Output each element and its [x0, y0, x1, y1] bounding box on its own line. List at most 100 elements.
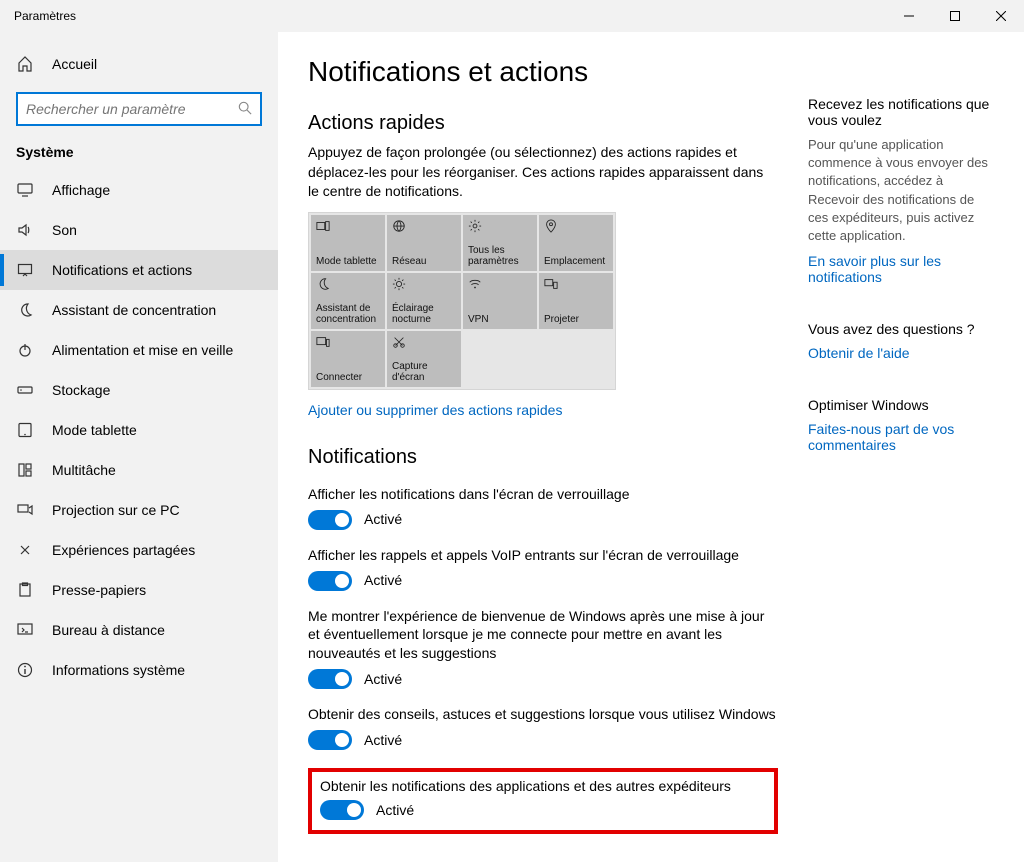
display-icon	[16, 182, 34, 198]
toggle-state-label: Activé	[364, 670, 402, 689]
quick-action-vpn[interactable]: VPN	[463, 273, 537, 329]
toggle-switch[interactable]	[308, 669, 352, 689]
sidebar-item-label: Alimentation et mise en veille	[52, 342, 233, 358]
quick-action-label: Mode tablette	[316, 256, 380, 267]
minimize-button[interactable]	[886, 0, 932, 32]
sidebar-item-label: Expériences partagées	[52, 542, 195, 558]
maximize-button[interactable]	[932, 0, 978, 32]
toggle-switch[interactable]	[320, 800, 364, 820]
setting-label: Me montrer l'expérience de bienvenue de …	[308, 607, 778, 664]
sidebar-item-storage[interactable]: Stockage	[0, 370, 278, 410]
sidebar-item-multitask[interactable]: Multitâche	[0, 450, 278, 490]
sidebar-item-label: Assistant de concentration	[52, 302, 216, 318]
quick-action-label: Capture d'écran	[392, 361, 456, 383]
home-button[interactable]: Accueil	[0, 44, 278, 84]
get-help-link[interactable]: Obtenir de l'aide	[808, 345, 910, 361]
sidebar-item-power[interactable]: Alimentation et mise en veille	[0, 330, 278, 370]
setting-label: Obtenir des conseils, astuces et suggest…	[308, 705, 778, 724]
notify-icon	[16, 262, 34, 278]
quick-action-night[interactable]: Éclairage nocturne	[387, 273, 461, 329]
right-help-title: Vous avez des questions ?	[808, 321, 994, 337]
quick-action-moon[interactable]: Assistant de concentration	[311, 273, 385, 329]
toggle-state-label: Activé	[376, 802, 414, 818]
toggle-switch[interactable]	[308, 730, 352, 750]
storage-icon	[16, 382, 34, 398]
sidebar-item-display[interactable]: Affichage	[0, 170, 278, 210]
network-icon	[392, 219, 456, 233]
sidebar-item-label: Informations système	[52, 662, 185, 678]
toggle-switch[interactable]	[308, 571, 352, 591]
sidebar-heading: Système	[0, 140, 278, 170]
right-notif-text: Pour qu'une application commence à vous …	[808, 136, 994, 245]
titlebar: Paramètres	[0, 0, 1024, 32]
sidebar-item-label: Notifications et actions	[52, 262, 192, 278]
quick-action-label: Assistant de concentration	[316, 303, 380, 325]
sidebar: Accueil Système Affichage Son Notification…	[0, 32, 278, 862]
edit-quick-actions-link[interactable]: Ajouter ou supprimer des actions rapides	[308, 402, 562, 418]
feedback-link[interactable]: Faites-nous part de vos commentaires	[808, 421, 954, 453]
sidebar-item-label: Son	[52, 222, 77, 238]
setting-label: Afficher les notifications dans l'écran …	[308, 485, 778, 504]
quick-action-label: Connecter	[316, 372, 380, 383]
sound-icon	[16, 222, 34, 238]
search-input[interactable]	[26, 101, 229, 117]
sidebar-item-info[interactable]: Informations système	[0, 650, 278, 690]
gear-icon	[468, 219, 532, 233]
sidebar-item-clipboard[interactable]: Presse-papiers	[0, 570, 278, 610]
quick-action-gear[interactable]: Tous les paramètres	[463, 215, 537, 271]
quick-action-network[interactable]: Réseau	[387, 215, 461, 271]
sidebar-item-share[interactable]: Expériences partagées	[0, 530, 278, 570]
quick-action-label: Réseau	[392, 256, 456, 267]
info-icon	[16, 662, 34, 678]
quick-action-label: Éclairage nocturne	[392, 303, 456, 325]
multitask-icon	[16, 462, 34, 478]
sidebar-item-label: Affichage	[52, 182, 110, 198]
vpn-icon	[468, 277, 532, 291]
sidebar-item-tablet[interactable]: Mode tablette	[0, 410, 278, 450]
quick-action-snip[interactable]: Capture d'écran	[387, 331, 461, 387]
quick-action-project[interactable]: Projeter	[539, 273, 613, 329]
quick-action-label: VPN	[468, 314, 532, 325]
sidebar-item-sound[interactable]: Son	[0, 210, 278, 250]
sidebar-item-projection[interactable]: Projection sur ce PC	[0, 490, 278, 530]
sidebar-item-notify[interactable]: Notifications et actions	[0, 250, 278, 290]
tablet-mode-icon	[316, 219, 380, 233]
quick-actions-grid: Mode tablette Réseau Tous les paramètres Em…	[308, 212, 616, 390]
project-icon	[544, 277, 608, 291]
highlighted-setting: Obtenir les notifications des applicatio…	[308, 768, 778, 834]
sidebar-item-moon[interactable]: Assistant de concentration	[0, 290, 278, 330]
sidebar-item-label: Presse-papiers	[52, 582, 146, 598]
share-icon	[16, 542, 34, 558]
quick-action-connect[interactable]: Connecter	[311, 331, 385, 387]
toggle-state-label: Activé	[364, 510, 402, 529]
quick-action-tablet-mode[interactable]: Mode tablette	[311, 215, 385, 271]
sidebar-item-label: Projection sur ce PC	[52, 502, 180, 518]
moon-icon	[16, 302, 34, 318]
right-notif-title: Recevez les notifications que vous voule…	[808, 96, 994, 128]
quick-action-label: Emplacement	[544, 256, 608, 267]
snip-icon	[392, 335, 456, 349]
setting-label: Obtenir les notifications des applicatio…	[320, 778, 766, 794]
setting-label: Afficher les rappels et appels VoIP entr…	[308, 546, 778, 565]
learn-more-link[interactable]: En savoir plus sur les notifications	[808, 253, 941, 285]
quick-action-label: Tous les paramètres	[468, 245, 532, 267]
connect-icon	[316, 335, 380, 349]
search-icon	[238, 101, 252, 118]
location-icon	[544, 219, 608, 233]
toggle-state-label: Activé	[364, 571, 402, 590]
notification-setting: Afficher les notifications dans l'écran …	[308, 485, 778, 530]
quick-action-location[interactable]: Emplacement	[539, 215, 613, 271]
quick-actions-description: Appuyez de façon prolongée (ou sélection…	[308, 143, 778, 202]
toggle-state-label: Activé	[364, 731, 402, 750]
search-box[interactable]	[16, 92, 262, 126]
sidebar-item-remote[interactable]: Bureau à distance	[0, 610, 278, 650]
sidebar-item-label: Bureau à distance	[52, 622, 165, 638]
toggle-switch[interactable]	[308, 510, 352, 530]
notifications-heading: Notifications	[308, 446, 778, 469]
remote-icon	[16, 622, 34, 638]
right-improve-title: Optimiser Windows	[808, 397, 994, 413]
sidebar-item-label: Stockage	[52, 382, 110, 398]
quick-actions-heading: Actions rapides	[308, 112, 778, 135]
close-button[interactable]	[978, 0, 1024, 32]
notification-setting: Afficher les rappels et appels VoIP entr…	[308, 546, 778, 591]
